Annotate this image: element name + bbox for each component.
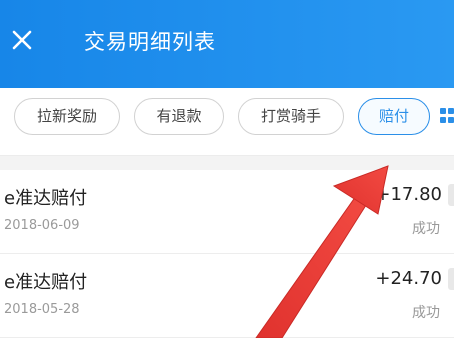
transaction-status: 成功 <box>412 305 440 321</box>
filter-chip-new-user-reward[interactable]: 拉新奖励 <box>14 98 120 135</box>
transaction-status: 成功 <box>412 221 440 237</box>
transaction-row[interactable]: e准达赔付 2018-06-09 +17.80 成功 <box>0 170 454 254</box>
transaction-date: 2018-05-28 <box>4 302 80 317</box>
section-divider <box>0 156 454 170</box>
filter-bar: 拉新奖励 有退款 打赏骑手 赔付 <box>0 88 454 156</box>
transaction-date: 2018-06-09 <box>4 218 80 233</box>
page-title: 交易明细列表 <box>84 30 216 54</box>
filter-chip-refund[interactable]: 有退款 <box>134 98 224 135</box>
transaction-name: e准达赔付 <box>4 188 88 209</box>
close-button[interactable] <box>8 26 36 54</box>
grid-icon[interactable] <box>440 108 454 128</box>
transaction-amount: +24.70 <box>375 268 442 289</box>
row-edge-indicator <box>448 268 454 290</box>
transaction-amount: +17.80 <box>375 184 442 205</box>
filter-chip-rider-tip[interactable]: 打赏骑手 <box>238 98 344 135</box>
filter-chip-compensation[interactable]: 赔付 <box>358 98 430 135</box>
close-icon <box>12 30 32 50</box>
row-edge-indicator <box>448 184 454 206</box>
transaction-row[interactable]: e准达赔付 2018-05-28 +24.70 成功 <box>0 254 454 338</box>
app-header: 交易明细列表 <box>0 0 454 88</box>
transaction-name: e准达赔付 <box>4 272 88 293</box>
